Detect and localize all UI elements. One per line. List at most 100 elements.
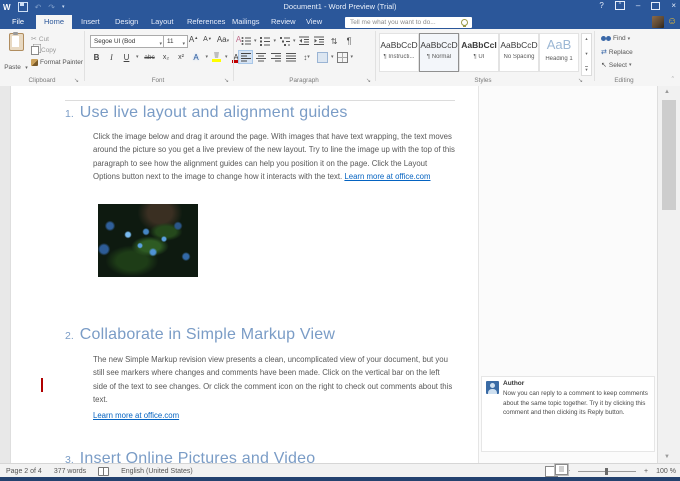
paragraph-dialog-launcher-icon[interactable]: ↘	[366, 77, 371, 84]
paragraph-2-link-line: Learn more at office.com	[93, 409, 179, 422]
vertical-scrollbar[interactable]: ▲ ▼	[657, 86, 680, 463]
styles-gallery-scroll[interactable]: ▴ ▾ ▾	[581, 33, 592, 76]
justify-button[interactable]	[284, 51, 297, 63]
italic-button[interactable]: I	[106, 53, 117, 62]
select-icon: ↖	[601, 61, 607, 69]
tab-design[interactable]: Design	[107, 15, 146, 29]
close-button[interactable]: ×	[671, 1, 676, 10]
text-effects-button[interactable]: A	[191, 53, 202, 62]
numbering-button[interactable]	[259, 35, 272, 47]
zoom-slider[interactable]	[578, 467, 636, 476]
restore-button[interactable]	[651, 2, 660, 10]
superscript-button[interactable]: x²	[176, 54, 187, 61]
highlight-caret-icon[interactable]: ▾	[225, 54, 228, 60]
font-name-select[interactable]: Segoe UI (Bod ▾	[90, 35, 165, 48]
tab-file[interactable]: File	[0, 15, 36, 29]
paragraph-group-label: Paragraph	[272, 77, 336, 84]
feedback-smiley-icon[interactable]: ☺	[667, 16, 677, 28]
align-center-button[interactable]	[254, 51, 267, 63]
style-instruction[interactable]: AaBbCcD ¶ Instructi...	[379, 33, 419, 72]
scrollbar-thumb[interactable]	[662, 100, 676, 210]
learn-more-link-2[interactable]: Learn more at office.com	[93, 411, 179, 420]
replace-button[interactable]: ⇄ Replace	[601, 48, 633, 56]
text-effects-caret-icon[interactable]: ▾	[206, 54, 209, 60]
learn-more-link-1[interactable]: Learn more at office.com	[344, 172, 430, 181]
font-dialog-launcher-icon[interactable]: ↘	[224, 77, 229, 84]
cut-button[interactable]: ✂ Cut	[31, 35, 49, 43]
decrease-indent-button[interactable]	[298, 35, 311, 47]
paste-button[interactable]: Paste ▾	[4, 33, 28, 74]
flower-image[interactable]	[98, 204, 198, 277]
borders-caret-icon[interactable]: ▾	[351, 54, 354, 60]
styles-dialog-launcher-icon[interactable]: ↘	[578, 77, 583, 84]
grow-font-button[interactable]: A▲	[188, 35, 199, 44]
document-page[interactable]: 1. Use live layout and alignment guides …	[10, 86, 479, 463]
styles-group-label: Styles	[455, 77, 511, 84]
scroll-up-icon[interactable]: ▲	[664, 89, 670, 95]
help-button[interactable]: ?	[599, 1, 603, 10]
user-avatar[interactable]	[652, 16, 664, 28]
font-size-select[interactable]: 11 ▾	[163, 35, 188, 48]
subscript-button[interactable]: x₂	[161, 54, 172, 61]
heading-2-number: 2.	[65, 330, 74, 342]
zoom-level[interactable]: 100 %	[656, 468, 676, 475]
underline-button[interactable]: U	[121, 53, 132, 62]
tell-me-input[interactable]: Tell me what you want to do...	[345, 17, 472, 28]
word-count[interactable]: 377 words	[54, 468, 86, 475]
zoom-in-button[interactable]: +	[644, 468, 648, 475]
web-layout-button[interactable]	[555, 464, 568, 475]
style-heading1[interactable]: AaB Heading 1	[539, 33, 579, 72]
change-case-button[interactable]: Aa▾	[216, 35, 230, 44]
shading-button[interactable]	[316, 51, 329, 63]
bullets-button[interactable]	[239, 35, 252, 47]
multilevel-caret-icon[interactable]: ▾	[293, 38, 296, 44]
collapse-ribbon-icon[interactable]: ˆ	[672, 77, 674, 84]
find-button[interactable]: Find ▾	[601, 35, 630, 42]
style-normal[interactable]: AaBbCcD ¶ Normal	[419, 33, 459, 72]
ribbon-display-options-icon[interactable]: ^	[615, 1, 625, 10]
tab-mailings[interactable]: Mailings	[224, 15, 268, 29]
align-right-button[interactable]	[269, 51, 282, 63]
tab-view[interactable]: View	[298, 15, 330, 29]
align-left-button[interactable]	[239, 51, 252, 63]
page-indicator[interactable]: Page 2 of 4	[6, 468, 42, 475]
shading-caret-icon[interactable]: ▾	[331, 54, 334, 60]
heading-3: 3. Insert Online Pictures and Video	[65, 450, 315, 463]
comment-card[interactable]: Author Now you can reply to a comment to…	[481, 376, 655, 452]
numbering-caret-icon[interactable]: ▾	[274, 38, 277, 44]
shrink-font-button[interactable]: A▼	[202, 36, 213, 43]
minimize-button[interactable]: –	[636, 1, 640, 10]
tab-layout[interactable]: Layout	[143, 15, 182, 29]
bold-button[interactable]: B	[91, 53, 102, 62]
style-ui[interactable]: AaBbCcI ¶ UI	[459, 33, 499, 72]
show-marks-button[interactable]: ¶	[343, 35, 356, 47]
tab-home[interactable]: Home	[36, 15, 72, 29]
tab-insert[interactable]: Insert	[73, 15, 108, 29]
format-painter-button[interactable]: Format Painter	[31, 59, 83, 66]
styles-scroll-up-icon[interactable]: ▴	[585, 36, 587, 42]
bullets-caret-icon[interactable]: ▾	[254, 38, 257, 44]
styles-scroll-down-icon[interactable]: ▾	[585, 51, 587, 57]
paragraph-2-text: The new Simple Markup revision view pres…	[93, 355, 452, 404]
line-spacing-button[interactable]: ↕▾	[299, 51, 314, 63]
scroll-down-icon[interactable]: ▼	[664, 454, 670, 460]
underline-caret-icon[interactable]: ▾	[136, 54, 139, 60]
clipboard-dialog-launcher-icon[interactable]: ↘	[74, 77, 79, 84]
tracked-change-bar[interactable]	[41, 378, 43, 392]
proofing-icon[interactable]	[98, 467, 109, 476]
sort-button[interactable]: ⇅	[328, 35, 341, 47]
multilevel-list-button[interactable]	[278, 35, 291, 47]
copy-button[interactable]: Copy	[31, 46, 56, 55]
increase-indent-button[interactable]	[313, 35, 326, 47]
language-indicator[interactable]: English (United States)	[121, 468, 193, 475]
paste-dropdown-icon[interactable]: ▾	[25, 65, 28, 71]
strikethrough-button[interactable]: abc	[143, 54, 157, 61]
style-no-spacing[interactable]: AaBbCcD No Spacing	[499, 33, 539, 72]
line-spacing-caret-icon: ▾	[307, 54, 310, 60]
borders-button[interactable]	[336, 51, 349, 63]
font-group-label: Font	[130, 77, 186, 84]
select-button[interactable]: ↖ Select ▾	[601, 61, 631, 69]
highlight-color-button[interactable]	[212, 52, 221, 62]
zoom-slider-thumb[interactable]	[605, 468, 608, 475]
styles-more-icon[interactable]: ▾	[585, 66, 587, 73]
